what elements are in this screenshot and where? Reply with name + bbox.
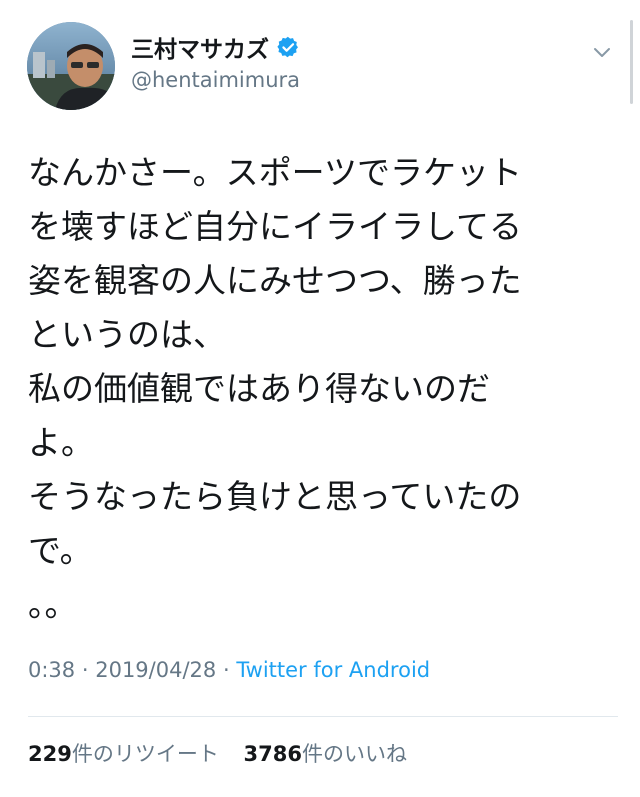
tweet-stats: 229件のリツイート 3786件のいいね [28, 738, 425, 768]
divider [28, 716, 618, 717]
author-display-name[interactable]: 三村マサカズ [131, 30, 269, 64]
tweet-detail: 三村マサカズ @hentaimimura なんかさー。スポーツでラケット を壊す… [0, 0, 640, 797]
tweet-text-line: なんかさー。スポーツでラケット [28, 153, 523, 192]
tweet-text-line: そうなったら負けと思っていたの [28, 477, 522, 516]
tweet-text-line: 姿を観客の人にみせつつ、勝った [28, 261, 522, 300]
tweet-text-line: 。。 [28, 585, 78, 624]
like-count-label: 件のいいね [301, 742, 407, 766]
meta-separator: · [222, 658, 237, 682]
tweet-date[interactable]: 2019/04/28 [95, 658, 216, 682]
like-count[interactable]: 3786件のいいね [244, 742, 407, 766]
like-count-number: 3786 [243, 742, 302, 766]
tweet-source-link[interactable]: Twitter for Android [236, 658, 430, 682]
author-handle[interactable]: @hentaimimura [131, 68, 300, 92]
meta-separator: · [81, 658, 96, 682]
tweet-text-line: よ。 [28, 423, 94, 462]
tweet-metadata: 0:38 · 2019/04/28 · Twitter for Android [28, 658, 430, 682]
author-name-row: 三村マサカズ [131, 30, 299, 64]
tweet-text-line: を壊すほど自分にイライラしてる [28, 207, 523, 246]
retweet-count-label: 件のリツイート [71, 742, 219, 766]
tweet-text-line: 私の価値観ではあり得ないのだ [28, 369, 490, 408]
tweet-time[interactable]: 0:38 [28, 658, 75, 682]
avatar[interactable] [27, 22, 115, 110]
tweet-text-line: で。 [28, 531, 93, 570]
scrollbar[interactable] [630, 20, 633, 104]
chevron-down-icon[interactable] [590, 40, 614, 64]
retweet-count-number: 229 [28, 742, 72, 766]
verified-badge-icon [277, 36, 299, 58]
avatar-photo [27, 22, 115, 110]
tweet-text: なんかさー。スポーツでラケット を壊すほど自分にイライラしてる 姿を観客の人にみ… [28, 146, 612, 632]
retweet-count[interactable]: 229件のリツイート [28, 742, 219, 766]
tweet-text-line: というのは、 [28, 315, 226, 354]
